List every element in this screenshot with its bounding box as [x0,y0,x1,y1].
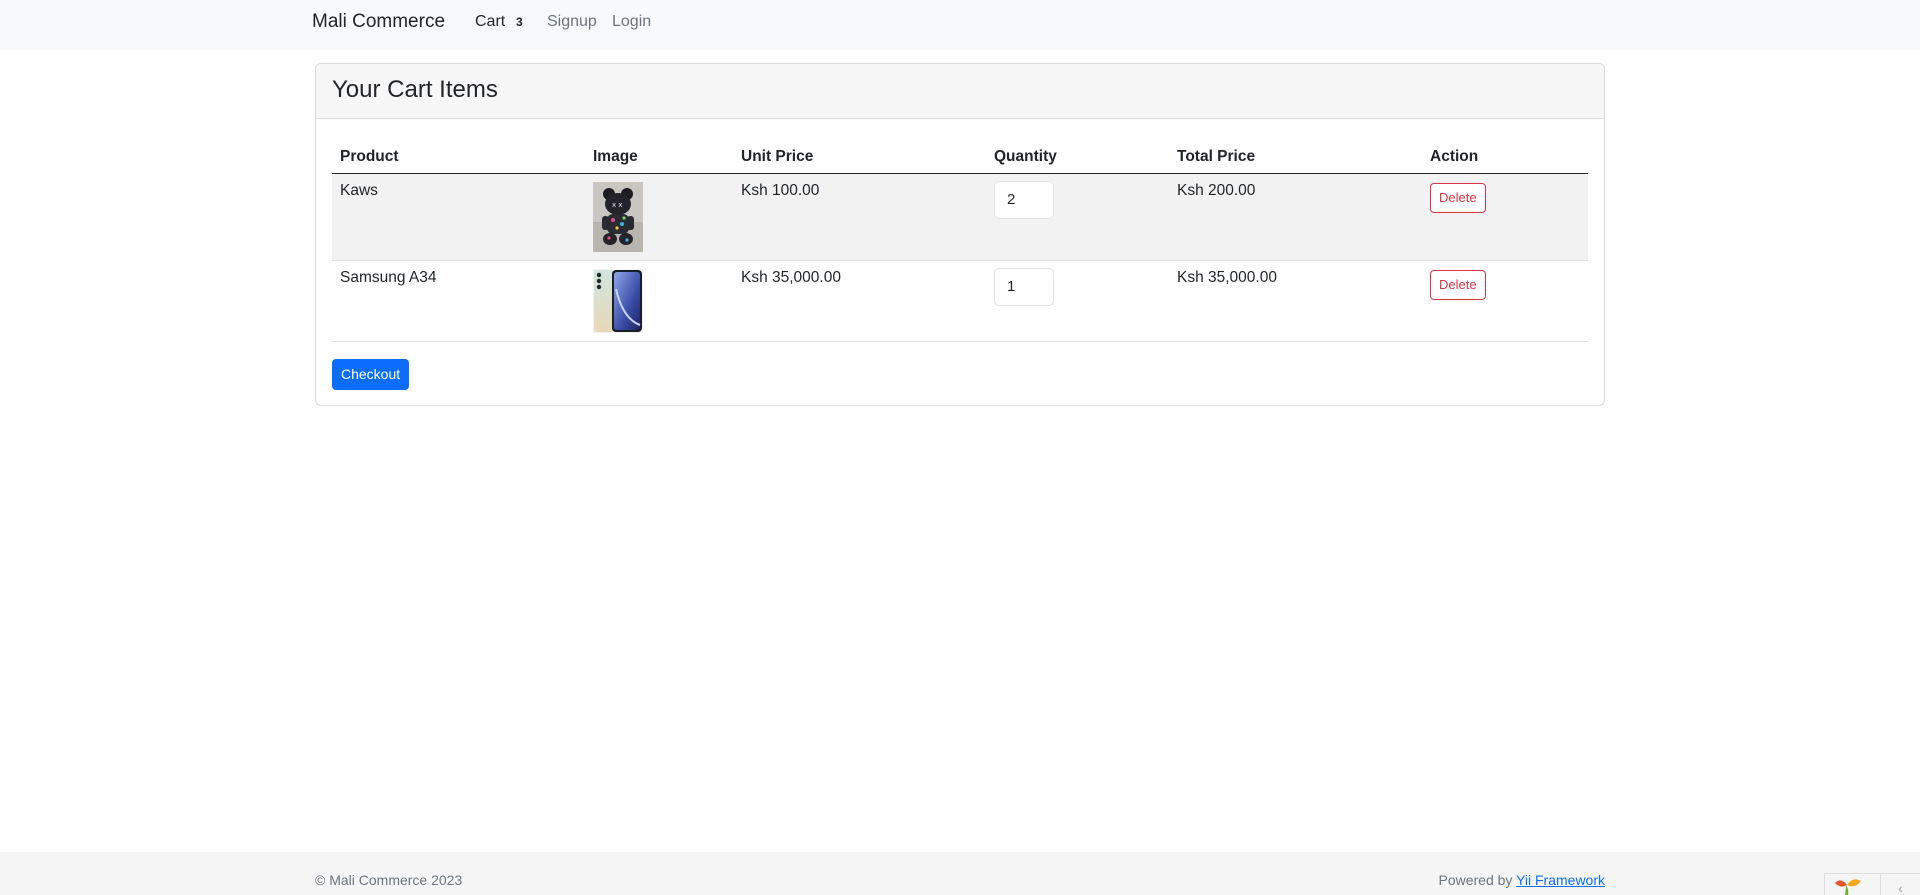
total-price: Ksh 200.00 [1169,173,1422,261]
header-quantity: Quantity [986,142,1169,174]
unit-price: Ksh 35,000.00 [733,260,986,342]
table-row: Samsung A34 Ksh 35,000.00 1 Ksh 35,000.0… [332,260,1588,342]
header-image: Image [585,142,733,174]
brand-link[interactable]: Mali Commerce [312,11,445,33]
cart-count-badge: 3 [516,15,523,29]
quantity-input[interactable] [994,267,1054,306]
total-price: Ksh 35,000.00 [1169,260,1422,342]
quantity-cell [986,260,1169,342]
action-cell: Delete [1422,260,1588,342]
yii-logo-icon [1835,879,1861,895]
product-name: Samsung A34 [332,260,585,342]
footer-powered-by: Powered by Yii Framework [1438,872,1605,888]
table-header-row: Product Image Unit Price Quantity Total … [332,142,1588,174]
samsung-phone-image [593,268,643,333]
footer-copyright: © Mali Commerce 2023 [315,872,463,888]
kaws-figure-image: x x [593,181,643,252]
product-image-cell: x x [585,173,733,261]
quantity-cell [986,173,1169,261]
delete-button[interactable]: Delete [1430,182,1486,213]
checkout-button[interactable]: Checkout [332,359,410,390]
svg-text:x x: x x [612,201,623,209]
product-image-cell [585,260,733,342]
delete-button[interactable]: Delete [1430,269,1486,300]
top-navbar: Mali Commerce Cart 3 Signup Login [0,0,1920,49]
debug-toolbar[interactable]: ‹ [1824,873,1920,895]
product-name: Kaws [332,173,585,261]
footer-powered-prefix: Powered by [1438,872,1513,888]
header-product: Product [332,142,585,174]
yii-framework-link[interactable]: Yii Framework [1516,872,1605,888]
header-total-price: Total Price [1169,142,1422,174]
nav-login-link[interactable]: Login [612,13,651,31]
header-unit-price: Unit Price [733,142,986,174]
page-footer: © Mali Commerce 2023 Powered by Yii Fram… [0,852,1920,895]
quantity-input[interactable] [994,180,1054,219]
cart-card-header: Your Cart Items [316,64,1604,119]
cart-table: Product Image Unit Price Quantity Total … [332,142,1588,342]
action-cell: Delete [1422,173,1588,261]
nav-cart-link[interactable]: Cart [475,13,505,31]
unit-price: Ksh 100.00 [733,173,986,261]
table-row: Kaws x x Ksh 100.00 2 Ksh 200.00 Delete [332,173,1588,261]
cart-card: Your Cart Items Product Image Unit Price… [315,63,1605,406]
page-title: Your Cart Items [332,76,498,103]
header-action: Action [1422,142,1588,174]
debug-toggle-chevron-left-icon[interactable]: ‹ [1880,874,1920,895]
nav-signup-link[interactable]: Signup [547,13,597,31]
